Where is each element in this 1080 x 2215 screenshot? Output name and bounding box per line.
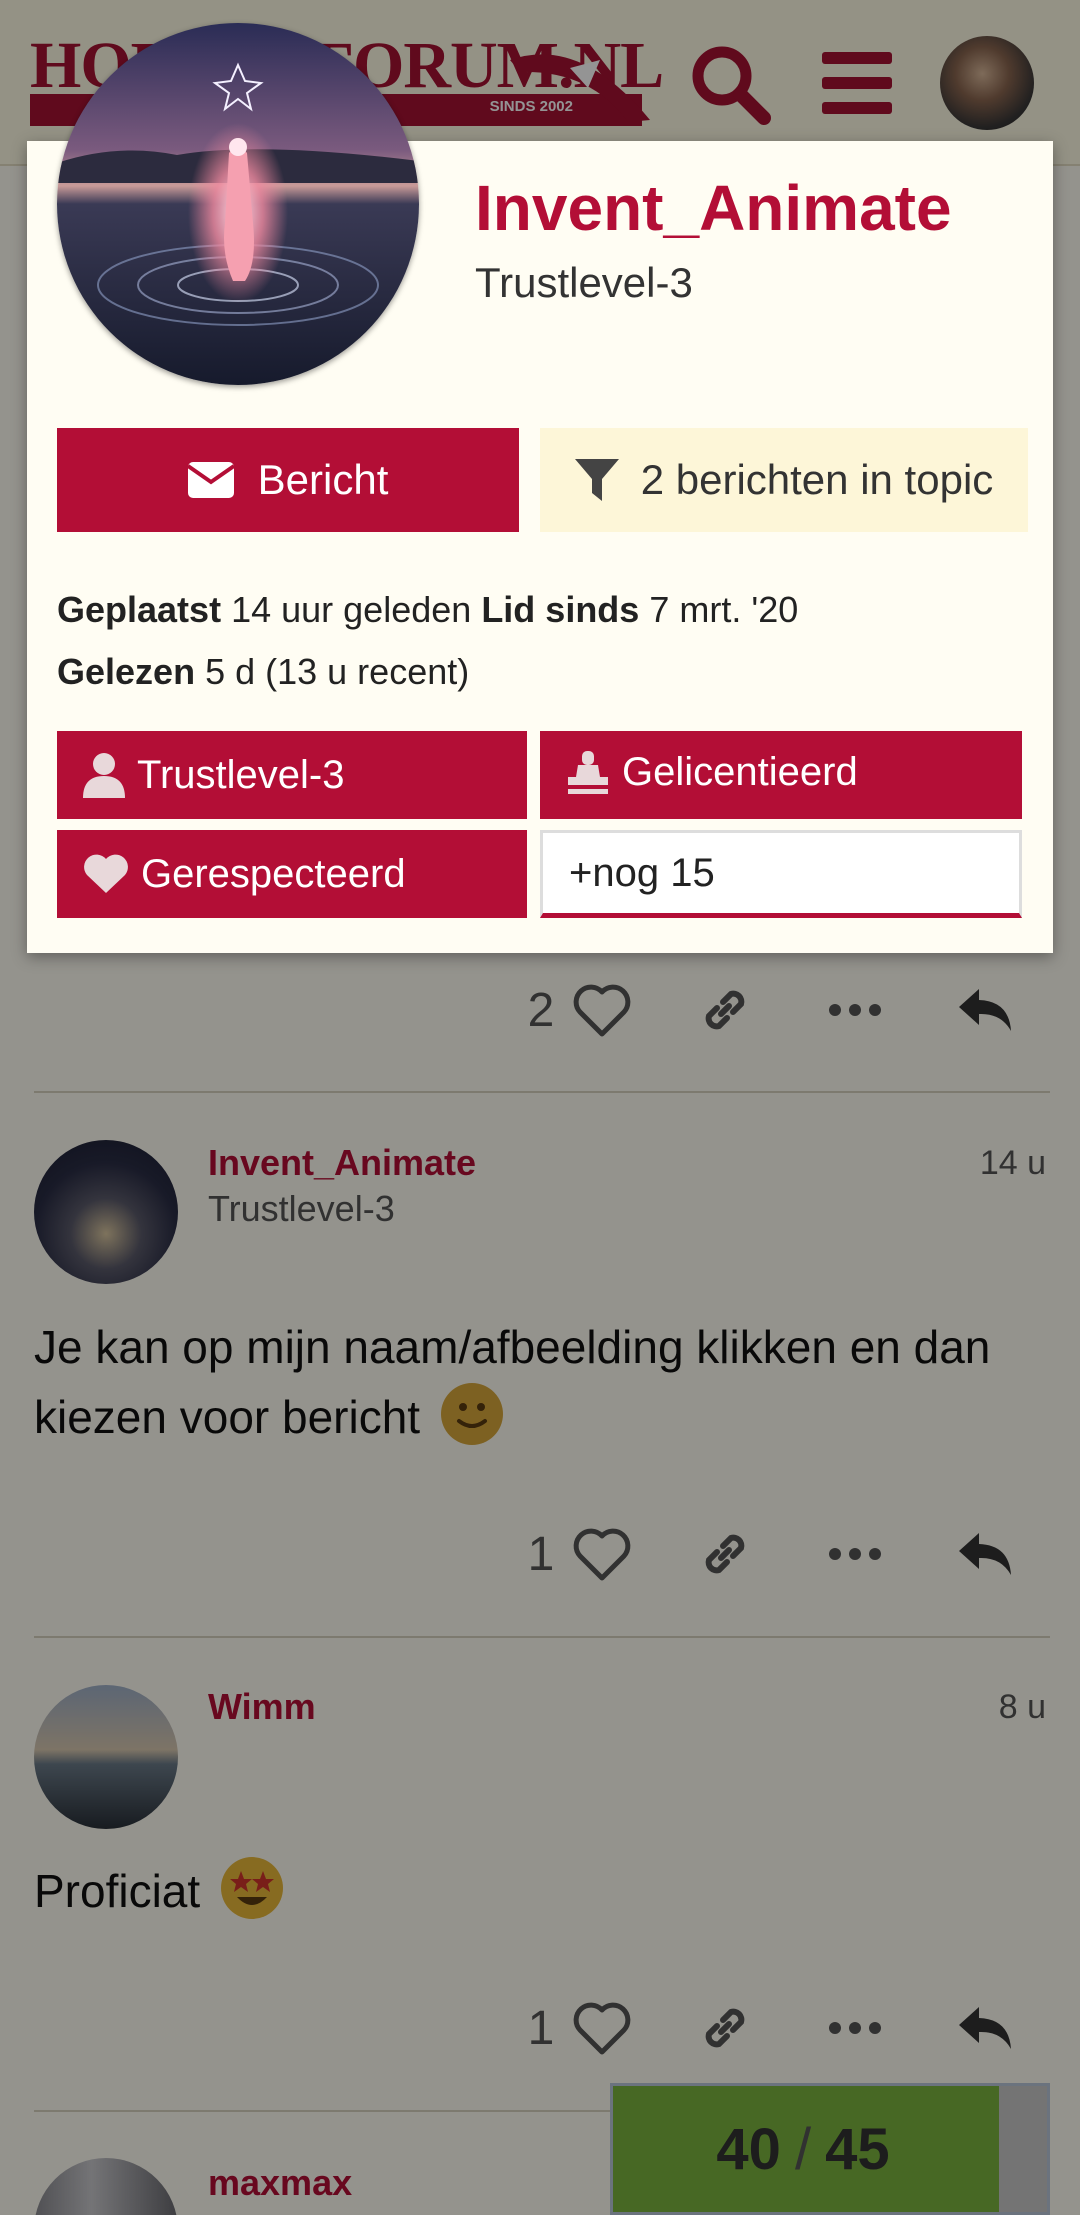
filter-posts-label: 2 berichten in topic [640, 456, 994, 503]
user-card-read-time: Gelezen 5 d (13 u recent) [57, 651, 469, 693]
read-label: Gelezen [57, 651, 196, 692]
stamp-icon [568, 750, 608, 794]
badge-label: Gerespecteerd [141, 851, 406, 896]
user-card-title: Trustlevel-3 [475, 259, 693, 306]
badge-label: Gelicentieerd [622, 750, 858, 794]
filter-posts-button[interactable]: 2 berichten in topic [540, 428, 1028, 532]
badge-respected[interactable]: Gerespecteerd [57, 830, 527, 918]
user-card-avatar[interactable] [57, 23, 419, 385]
envelope-icon [187, 462, 234, 498]
badge-label: Trustlevel-3 [137, 752, 345, 797]
user-card: Invent_Animate Trustlevel-3 Bericht 2 be… [27, 23, 1053, 953]
posted-label: Geplaatst [57, 589, 222, 630]
user-icon [83, 753, 125, 798]
member-since-label: Lid sinds [481, 589, 640, 630]
badge-trustlevel[interactable]: Trustlevel-3 [57, 731, 527, 819]
user-card-activity: Geplaatst 14 uur geleden Lid sinds 7 mrt… [57, 589, 798, 631]
user-card-username[interactable]: Invent_Animate [475, 171, 952, 245]
message-button[interactable]: Bericht [57, 428, 519, 532]
member-since-value: 7 mrt. '20 [649, 589, 799, 630]
badge-licensed[interactable]: Gelicentieerd [540, 731, 1022, 819]
heart-icon [84, 854, 128, 893]
posted-value: 14 uur geleden [231, 589, 472, 630]
more-badges-label: +nog 15 [569, 850, 715, 895]
message-button-label: Bericht [257, 456, 389, 503]
filter-icon [574, 459, 619, 501]
avatar-artwork [57, 23, 419, 385]
more-badges-button[interactable]: +nog 15 [540, 830, 1022, 918]
read-value: 5 d (13 u recent) [205, 651, 470, 692]
